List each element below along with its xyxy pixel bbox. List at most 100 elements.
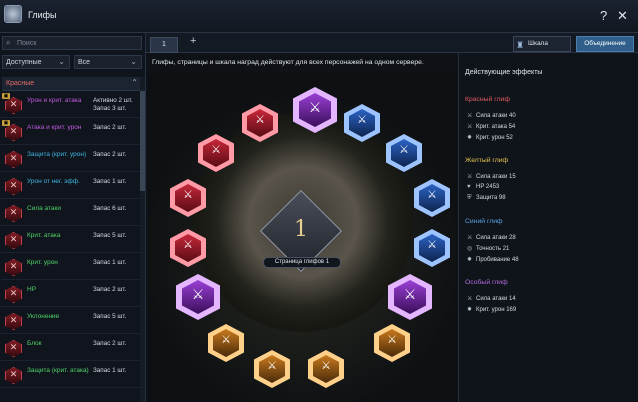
effect-line: ◎ Точность 21: [467, 245, 509, 252]
list-item[interactable]: ✕ Уклонение Запас 5 шт.: [1, 309, 140, 334]
effect-section-title: Особый глиф: [465, 279, 508, 286]
chevron-up-icon: ⌃: [131, 78, 138, 87]
effect-line: ⚔ Сила атаки 40: [467, 112, 516, 119]
swords-icon: ⚔: [467, 124, 473, 130]
notice-text: Глифы, страницы и шкала наград действуют…: [152, 59, 424, 66]
category-header-red[interactable]: Красные ⌃: [2, 77, 142, 91]
chevron-down-icon: ⌄: [58, 57, 65, 66]
effect-text: Крит. атака 54: [476, 124, 516, 130]
search-input[interactable]: ⌕ Поиск: [2, 36, 142, 50]
glyph-name: Блок: [27, 340, 42, 347]
effect-line: ✸ Крит. урон 169: [467, 306, 516, 313]
effect-section-title: Желтый глиф: [465, 157, 509, 164]
glyph-status: Запас 2 шт.: [93, 151, 127, 158]
effect-text: Сила атаки 28: [476, 235, 516, 241]
glyph-status: Запас 2 шт.: [93, 340, 127, 347]
effect-line: ⚔ Сила атаки 14: [467, 295, 516, 302]
close-button[interactable]: ✕: [617, 8, 628, 24]
availability-filter-label: Доступные: [6, 59, 42, 66]
effect-line: ⛨ Защита 98: [467, 195, 506, 202]
shield-icon: ⛨: [467, 195, 472, 201]
effect-text: Точность 21: [476, 246, 510, 252]
glyph-status: Запас 6 шт.: [93, 205, 127, 212]
red-glyph-icon: ✕: [4, 312, 23, 331]
crossed-swords-icon: ⚔: [399, 144, 409, 156]
glyph-status: Запас 2 шт.: [93, 286, 127, 293]
list-item[interactable]: ✕ Блок Запас 2 шт.: [1, 336, 140, 361]
swords-icon: ⚔: [467, 235, 473, 241]
category-label: Красные: [6, 80, 35, 87]
effect-line: ⚔ Сила атаки 15: [467, 173, 516, 180]
swords-icon: ⚔: [467, 296, 473, 302]
glyph-board: ⚔ ⚔ ⚔ ⚔ ⚔ ⚔ ⚔ ⚔ ⚔ ⚔ ⚔ ⚔ ⚔ ⚔ ⚔ 1 Страница глифов 1: [148, 72, 458, 402]
search-icon: ⌕: [6, 38, 11, 47]
effect-text: HP 2453: [476, 184, 500, 190]
reward-scale-button[interactable]: ♜ Шкала наград: [513, 36, 571, 61]
list-item[interactable]: ✕ Защита (крит. атака) Запас 1 шт.: [1, 363, 140, 388]
effects-panel: Действующие эффекты Красный глиф ⚔ Сила ат…: [458, 53, 638, 402]
red-glyph-icon: ✕: [4, 204, 23, 223]
glyph-window-icon: [4, 5, 22, 23]
glyph-name: Защита (крит. атака): [27, 367, 89, 374]
effect-section-title: Красный глиф: [465, 96, 510, 103]
glyph-status: Запас 5 шт.: [93, 232, 127, 239]
glyph-name: Крит. атака: [27, 232, 61, 239]
chevron-down-icon: ⌄: [130, 57, 137, 66]
add-page-button[interactable]: +: [190, 35, 196, 47]
list-item[interactable]: ✕ Урон от нег. эфф. Запас 1 шт.: [1, 174, 140, 199]
effect-text: Крит. урон 52: [476, 135, 513, 141]
effect-line: ⚔ Крит. атака 54: [467, 123, 515, 130]
list-item[interactable]: ✕ ▣ Урон и крит. атака Активно 2 шт. Запас 3…: [1, 93, 140, 118]
availability-filter-dropdown[interactable]: Доступные ⌄: [2, 55, 70, 69]
glyph-status: Запас 1 шт.: [93, 178, 127, 185]
crossed-swords-icon: ⚔: [321, 360, 331, 372]
crossed-swords-icon: ⚔: [221, 334, 231, 346]
page-tabs: 1 + ♜ Шкала наград Объединение: [146, 33, 638, 61]
crossed-swords-icon: ⚔: [211, 144, 221, 156]
list-item[interactable]: ✕ Защита (крит. урон) Запас 2 шт.: [1, 147, 140, 172]
red-glyph-icon: ✕: [4, 285, 23, 304]
crossed-swords-icon: ⚔: [255, 114, 265, 126]
glyph-name: Сила атаки: [27, 205, 62, 212]
equipped-badge-icon: ▣: [2, 120, 10, 126]
swords-icon: ⚔: [467, 113, 473, 119]
burst-icon: ✸: [467, 307, 473, 313]
list-scrollbar[interactable]: [140, 77, 145, 402]
scrollbar-thumb[interactable]: [140, 91, 145, 191]
reward-icon: ♜: [516, 40, 525, 50]
glyph-status: Запас 1 шт.: [93, 259, 127, 266]
page-label: Страница глифов 1: [263, 257, 341, 268]
effect-text: Сила атаки 14: [476, 296, 516, 302]
red-glyph-icon: ✕: [4, 258, 23, 277]
glyph-list-panel: ⌕ Поиск Доступные ⌄ Все ⌄ Красные ⌃ ✕ ▣ Ур…: [0, 33, 146, 402]
burst-icon: ✸: [467, 135, 473, 141]
effects-title: Действующие эффекты: [465, 69, 543, 76]
crossed-swords-icon: ⚔: [308, 99, 322, 115]
merge-button[interactable]: Объединение: [576, 36, 634, 52]
type-filter-dropdown[interactable]: Все ⌄: [74, 55, 142, 69]
heart-icon: ♥: [467, 184, 471, 190]
list-item[interactable]: ✕ Крит. атака Запас 5 шт.: [1, 228, 140, 253]
type-filter-label: Все: [78, 59, 91, 66]
crossed-swords-icon: ⚔: [387, 334, 397, 346]
list-item[interactable]: ✕ Сила атаки Запас 6 шт.: [1, 201, 140, 226]
list-item[interactable]: ✕ Крит. урон Запас 1 шт.: [1, 255, 140, 280]
burst-icon: ✸: [467, 257, 473, 263]
crossed-swords-icon: ⚔: [357, 114, 367, 126]
glyph-status: Запас 2 шт.: [93, 124, 127, 131]
effect-text: Пробивание 48: [476, 257, 519, 263]
tab-page-1[interactable]: 1: [150, 37, 178, 53]
equipped-badge-icon: ▣: [2, 93, 10, 99]
crossed-swords-icon: ⚔: [427, 189, 437, 201]
glyph-status: Запас 1 шт.: [93, 367, 127, 374]
list-item[interactable]: ✕ ▣ Атака и крит. урон Запас 2 шт.: [1, 120, 140, 145]
window-title: Глифы: [28, 10, 57, 20]
list-item[interactable]: ✕ HP Запас 2 шт.: [1, 282, 140, 307]
red-glyph-icon: ✕: [4, 339, 23, 358]
target-icon: ◎: [467, 246, 473, 252]
glyph-name: Защита (крит. урон): [27, 151, 87, 158]
effect-text: Защита 98: [476, 195, 506, 201]
help-button[interactable]: ?: [600, 8, 607, 23]
glyph-name: HP: [27, 286, 37, 293]
effect-line: ✸ Крит. урон 52: [467, 134, 513, 141]
